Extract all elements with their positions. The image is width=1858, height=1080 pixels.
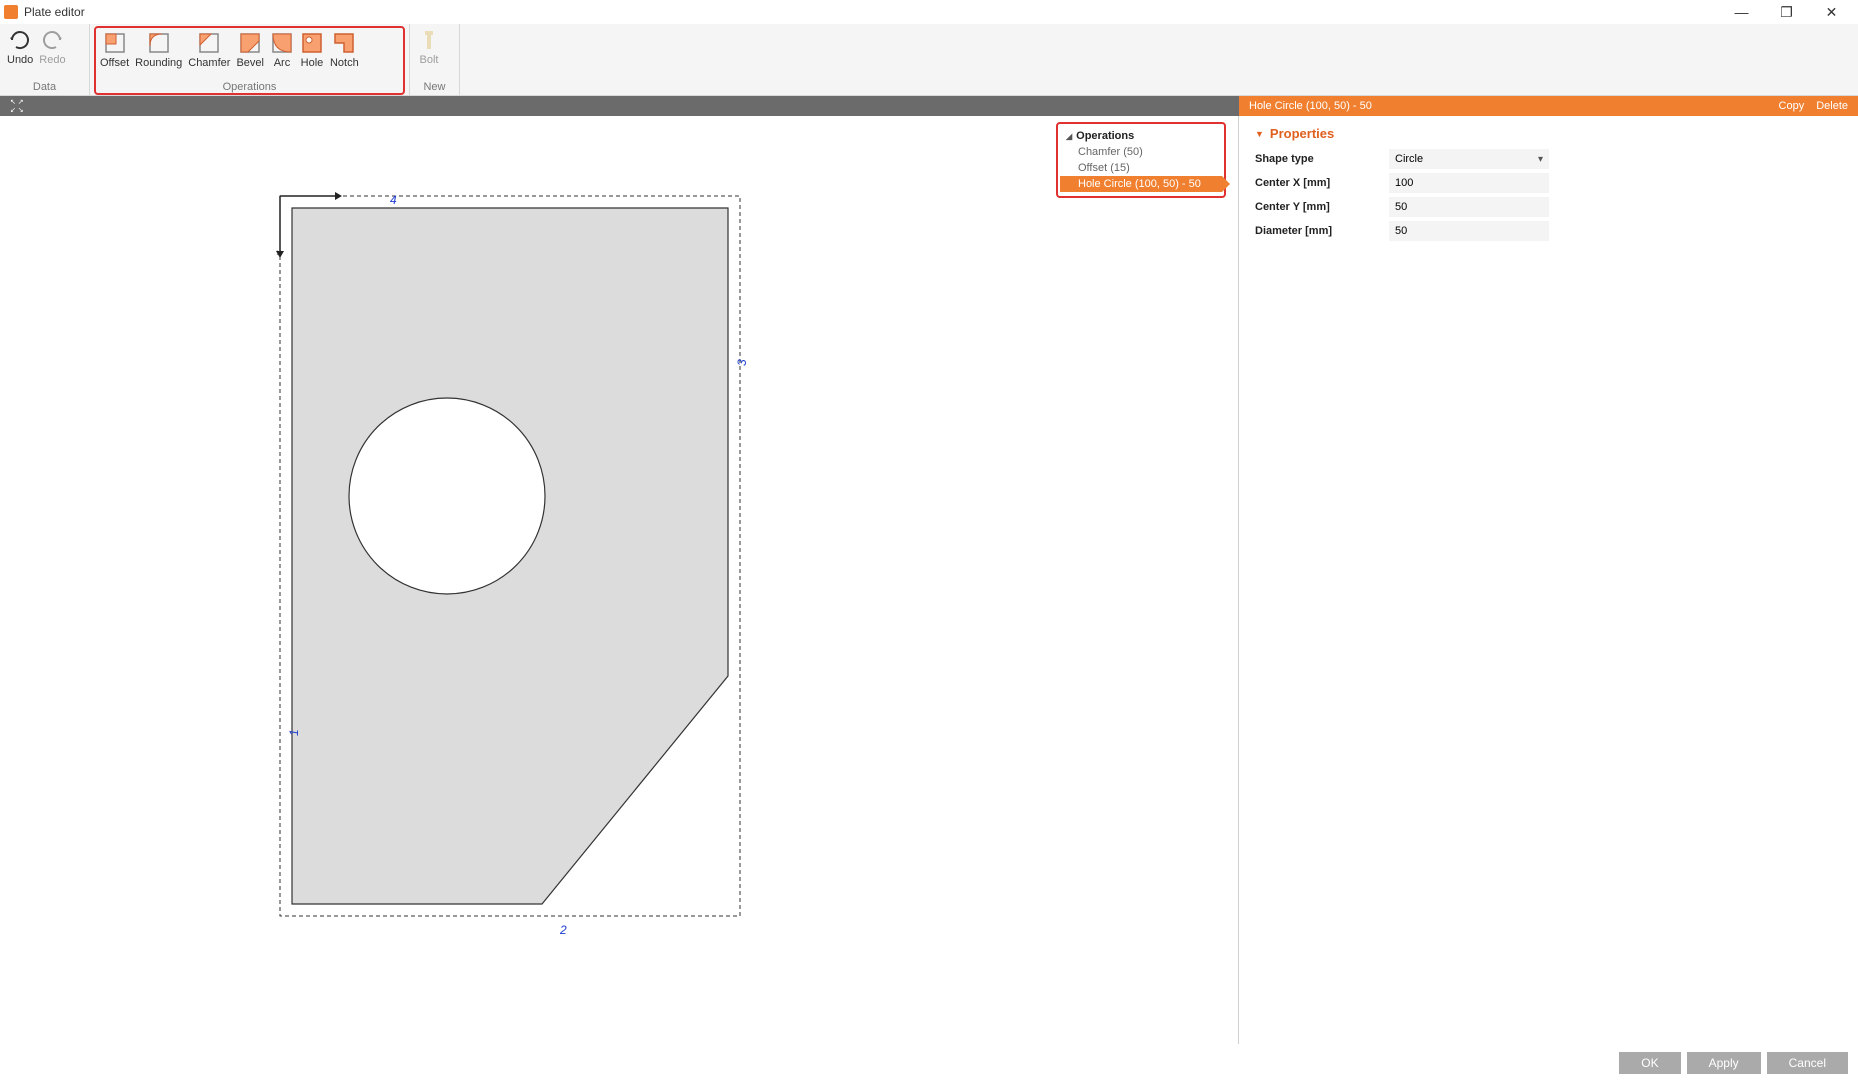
- bolt-button[interactable]: Bolt: [414, 26, 444, 68]
- ribbon-group-label-operations: Operations: [90, 81, 409, 93]
- properties-panel: Hole Circle (100, 50) - 50 Copy Delete P…: [1238, 116, 1858, 1044]
- undo-button[interactable]: Undo: [4, 26, 36, 68]
- prop-label-center-y: Center Y [mm]: [1255, 201, 1389, 213]
- properties-header-title: Hole Circle (100, 50) - 50: [1249, 100, 1372, 112]
- operations-panel: Operations Chamfer (50) Offset (15) Hole…: [1056, 122, 1226, 198]
- prop-label-center-x: Center X [mm]: [1255, 177, 1389, 189]
- rounding-button[interactable]: Rounding: [132, 29, 185, 71]
- operations-header[interactable]: Operations: [1060, 128, 1222, 144]
- ribbon: Undo Redo Data Offset Rounding C: [0, 24, 1858, 96]
- chamfer-button[interactable]: Chamfer: [185, 29, 233, 71]
- notch-button[interactable]: Notch: [327, 29, 362, 71]
- undo-icon: [8, 28, 32, 52]
- redo-button[interactable]: Redo: [36, 26, 68, 68]
- shape-type-select[interactable]: Circle: [1389, 149, 1549, 169]
- arc-icon: [270, 31, 294, 55]
- chamfer-icon: [197, 31, 221, 55]
- operations-item-selected[interactable]: Hole Circle (100, 50) - 50: [1060, 176, 1222, 192]
- cancel-button[interactable]: Cancel: [1767, 1052, 1848, 1074]
- properties-header: Hole Circle (100, 50) - 50 Copy Delete: [1239, 96, 1858, 116]
- canvas-area[interactable]: × 4 3 2 1 Operations Chamfer (50) Offset…: [0, 116, 1238, 1044]
- ribbon-group-label-data: Data: [0, 81, 89, 93]
- offset-icon: [103, 31, 127, 55]
- redo-icon: [40, 28, 64, 52]
- operations-item[interactable]: Chamfer (50): [1060, 144, 1222, 160]
- ok-button[interactable]: OK: [1619, 1052, 1680, 1074]
- apply-button[interactable]: Apply: [1687, 1052, 1761, 1074]
- dialog-buttons: OK Apply Cancel: [1619, 1052, 1848, 1074]
- ribbon-group-new: Bolt New: [410, 24, 460, 95]
- ribbon-group-operations: Offset Rounding Chamfer Bevel Arc Hole: [90, 24, 410, 95]
- close-button[interactable]: ✕: [1809, 0, 1854, 24]
- edge-label-left: 1: [287, 729, 301, 736]
- bevel-button[interactable]: Bevel: [233, 29, 267, 71]
- bolt-icon: [417, 28, 441, 52]
- expand-icon[interactable]: ↖ ↗↙ ↘: [10, 99, 24, 114]
- arc-button[interactable]: Arc: [267, 29, 297, 71]
- ribbon-group-label-new: New: [410, 81, 459, 93]
- diameter-input[interactable]: 50: [1389, 221, 1549, 241]
- main-area: × 4 3 2 1 Operations Chamfer (50) Offset…: [0, 116, 1858, 1044]
- rounding-icon: [147, 31, 171, 55]
- ribbon-group-data: Undo Redo Data: [0, 24, 90, 95]
- notch-icon: [332, 31, 356, 55]
- center-x-input[interactable]: 100: [1389, 173, 1549, 193]
- svg-text:×: ×: [276, 248, 282, 259]
- hole-button[interactable]: Hole: [297, 29, 327, 71]
- operations-item[interactable]: Offset (15): [1060, 160, 1222, 176]
- minimize-button[interactable]: —: [1719, 0, 1764, 24]
- prop-label-diameter: Diameter [mm]: [1255, 225, 1389, 237]
- maximize-button[interactable]: ❐: [1764, 0, 1809, 24]
- prop-label-shape-type: Shape type: [1255, 153, 1389, 165]
- edge-label-top: 4: [390, 193, 397, 207]
- edge-label-right: 3: [735, 359, 749, 366]
- properties-section-title[interactable]: Properties: [1255, 126, 1842, 141]
- plate-drawing: × 4 3 2 1: [210, 156, 910, 956]
- delete-button[interactable]: Delete: [1816, 100, 1848, 112]
- bevel-icon: [238, 31, 262, 55]
- offset-button[interactable]: Offset: [97, 29, 132, 71]
- app-icon: [4, 5, 18, 19]
- title-bar: Plate editor — ❐ ✕: [0, 0, 1858, 24]
- hole-icon: [300, 31, 324, 55]
- center-y-input[interactable]: 50: [1389, 197, 1549, 217]
- window-title: Plate editor: [24, 5, 85, 19]
- edge-label-bottom: 2: [559, 923, 567, 937]
- copy-button[interactable]: Copy: [1779, 100, 1805, 112]
